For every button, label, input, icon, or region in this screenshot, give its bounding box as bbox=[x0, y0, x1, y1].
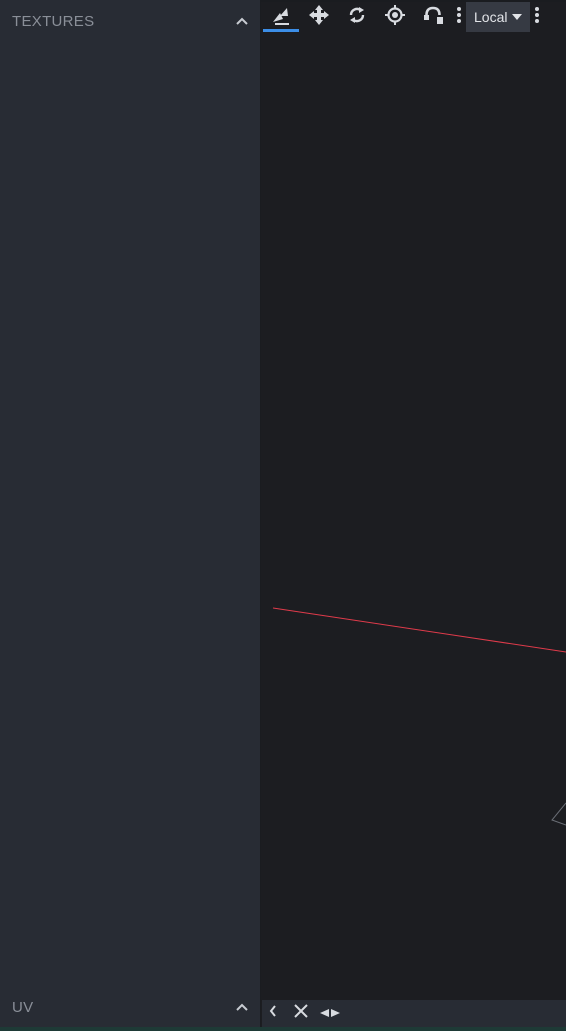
chevron-left-icon bbox=[268, 1004, 278, 1023]
pivot-icon bbox=[384, 4, 406, 31]
transform-space-value: Local bbox=[474, 9, 508, 25]
collapse-left-button[interactable] bbox=[262, 1000, 284, 1027]
bend-tool[interactable] bbox=[414, 2, 452, 32]
more-options-button[interactable] bbox=[530, 2, 544, 32]
caret-down-icon bbox=[512, 14, 523, 20]
chevron-up-icon[interactable] bbox=[223, 988, 261, 1026]
textures-panel-header[interactable]: TEXTURES bbox=[0, 2, 261, 40]
rotate-tool[interactable] bbox=[338, 2, 376, 32]
uv-panel-title: UV bbox=[12, 998, 34, 1016]
more-vertical-icon bbox=[457, 6, 461, 28]
app-window: TEXTURES UV Local bbox=[0, 0, 566, 1031]
viewport-scene bbox=[272, 607, 566, 826]
tools-menu-button[interactable] bbox=[452, 2, 466, 32]
bend-icon bbox=[422, 4, 444, 31]
split-arrows-icon bbox=[319, 1005, 341, 1023]
textures-panel-title: TEXTURES bbox=[12, 12, 95, 30]
rotate-icon bbox=[346, 4, 368, 31]
move-icon bbox=[308, 4, 330, 31]
vertex-snap-icon bbox=[270, 4, 292, 31]
more-vertical-icon bbox=[535, 6, 540, 28]
move-tool[interactable] bbox=[300, 2, 338, 32]
viewport-toolbar: Local bbox=[262, 2, 566, 32]
3d-viewport[interactable] bbox=[262, 2, 566, 1000]
left-sidebar: TEXTURES UV bbox=[0, 0, 261, 1031]
grid-fragment bbox=[551, 802, 566, 826]
pivot-tool[interactable] bbox=[376, 2, 414, 32]
viewport-bottom-bar bbox=[262, 1000, 566, 1031]
close-icon bbox=[293, 1003, 309, 1024]
x-axis-line bbox=[272, 607, 566, 653]
close-button[interactable] bbox=[284, 1000, 318, 1027]
split-view-button[interactable] bbox=[318, 1000, 342, 1027]
vertex-snap-tool[interactable] bbox=[262, 2, 300, 32]
transform-space-select[interactable]: Local bbox=[466, 2, 531, 32]
uv-panel-header[interactable]: UV bbox=[0, 988, 261, 1026]
status-strip bbox=[0, 1027, 566, 1031]
chevron-up-icon[interactable] bbox=[223, 2, 261, 40]
